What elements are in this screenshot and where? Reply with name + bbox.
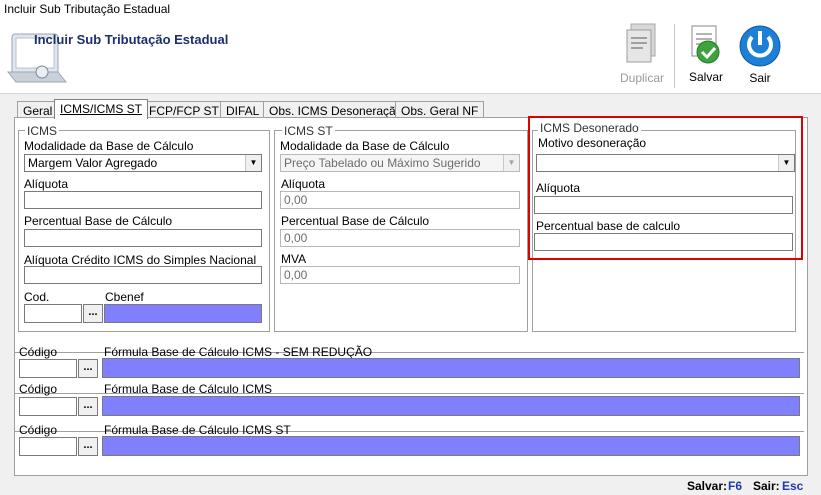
icms-cbenef-label: Cbenef	[105, 290, 144, 304]
icms-modalidade-select[interactable]: Margem Valor Agregado ▼	[24, 154, 262, 172]
chevron-down-icon[interactable]: ▼	[503, 155, 519, 171]
save-check-icon	[691, 25, 720, 64]
footer-shortcuts: Salvar: F6 Sair: Esc	[0, 477, 821, 495]
formula-3-lookup-button[interactable]: ...	[78, 437, 98, 456]
power-icon	[739, 25, 781, 67]
icms-st-mva-input[interactable]: 0,00	[280, 266, 520, 284]
icms-aliquota-label: Alíquota	[24, 177, 69, 191]
tab-geral[interactable]: Geral	[17, 101, 59, 118]
highlight-box	[528, 116, 803, 260]
formula-2-codigo-input[interactable]	[19, 397, 77, 416]
icms-credito-label: Alíquota Crédito ICMS do Simples Naciona…	[24, 253, 257, 267]
duplicar-button[interactable]: Duplicar	[614, 22, 670, 90]
salvar-button[interactable]: Salvar	[680, 22, 732, 90]
formula-3-label: Fórmula Base de Cálculo ICMS ST	[104, 423, 291, 437]
footer-sair-key: Esc	[782, 479, 804, 493]
tab-obs-geral-nf[interactable]: Obs. Geral NF	[395, 101, 485, 118]
formula-2-label: Fórmula Base de Cálculo ICMS	[104, 382, 273, 396]
icms-cod-label: Cod.	[24, 290, 50, 304]
formula-1-codigo-label: Código	[19, 345, 58, 359]
formula-2-lookup-button[interactable]: ...	[78, 397, 98, 416]
footer-salvar-key: F6	[728, 479, 743, 493]
icms-st-aliquota-label: Alíquota	[281, 177, 326, 191]
formula-3-field[interactable]	[102, 436, 800, 456]
icms-percentual-label: Percentual Base de Cálculo	[24, 214, 173, 228]
formula-1-codigo-input[interactable]	[19, 359, 77, 378]
header: Incluir Sub Tributação Estadual Duplicar…	[0, 18, 821, 94]
tab-fcp-fcp-st[interactable]: FCP/FCP ST	[143, 101, 225, 118]
icms-cbenef-field[interactable]	[104, 304, 262, 323]
duplicar-label: Duplicar	[619, 71, 664, 85]
formula-3-codigo-label: Código	[19, 423, 58, 437]
icms-percentual-input[interactable]	[24, 229, 262, 247]
formula-1-lookup-button[interactable]: ...	[78, 359, 98, 378]
tab-difal[interactable]: DIFAL	[220, 101, 266, 118]
icms-aliquota-input[interactable]	[24, 191, 262, 209]
salvar-label: Salvar	[688, 70, 723, 84]
icms-cod-lookup-button[interactable]: ...	[83, 304, 103, 323]
icms-st-percentual-input[interactable]: 0,00	[280, 229, 520, 247]
window-title: Incluir Sub Tributação Estadual	[0, 0, 821, 18]
formula-2-codigo-label: Código	[19, 382, 58, 396]
formula-1-label: Fórmula Base de Cálculo ICMS - SEM REDUÇ…	[104, 345, 373, 359]
icms-st-mva-label: MVA	[281, 252, 307, 266]
page-title: Incluir Sub Tributação Estadual	[34, 32, 229, 47]
formula-3-codigo-input[interactable]	[19, 437, 77, 456]
sair-button[interactable]: Sair	[734, 22, 786, 90]
toolbar-separator	[674, 24, 675, 88]
icms-st-modalidade-value: Preço Tabelado ou Máximo Sugerido	[284, 156, 481, 170]
footer-sair-label: Sair:	[753, 479, 780, 493]
icms-st-modalidade-select[interactable]: Preço Tabelado ou Máximo Sugerido ▼	[280, 154, 520, 172]
tab-icms-icms-st[interactable]: ICMS/ICMS ST	[54, 99, 149, 119]
icms-st-aliquota-input[interactable]: 0,00	[280, 191, 520, 209]
icms-st-percentual-label: Percentual Base de Cálculo	[281, 214, 430, 228]
formula-2-field[interactable]	[102, 396, 800, 416]
icms-st-legend: ICMS ST	[282, 124, 335, 138]
tab-obs-icms-desoneracao[interactable]: Obs. ICMS Desoneração	[263, 101, 409, 118]
icms-modalidade-label: Modalidade da Base de Cálculo	[24, 139, 194, 153]
icms-credito-input[interactable]	[24, 266, 262, 284]
icms-modalidade-value: Margem Valor Agregado	[28, 156, 158, 170]
footer-salvar-label: Salvar:	[687, 479, 728, 493]
duplicate-icon	[626, 23, 656, 63]
icms-cod-input[interactable]	[24, 304, 82, 323]
icms-st-modalidade-label: Modalidade da Base de Cálculo	[280, 139, 450, 153]
chevron-down-icon[interactable]: ▼	[245, 155, 261, 171]
formula-1-field[interactable]	[102, 358, 800, 378]
icms-legend: ICMS	[25, 124, 59, 138]
sair-label: Sair	[749, 71, 771, 85]
